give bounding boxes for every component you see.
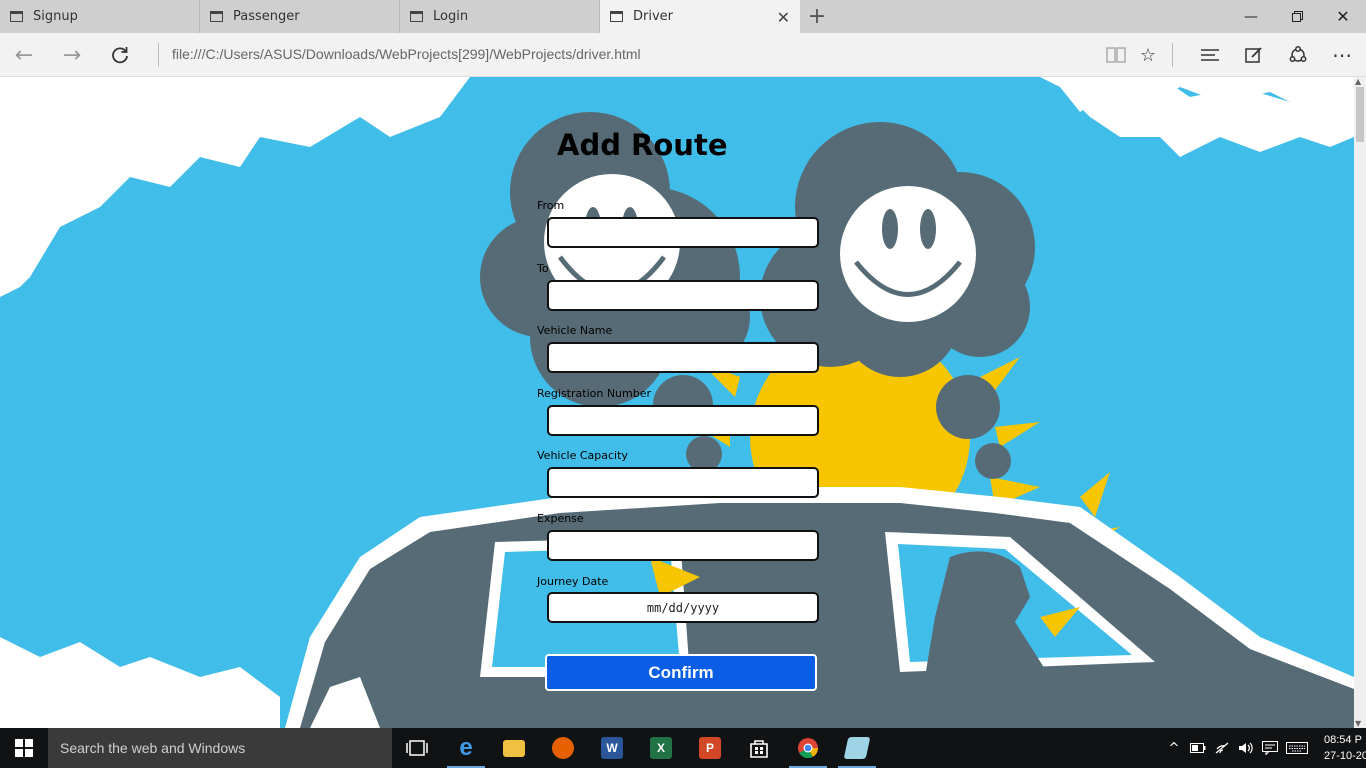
restore-button[interactable] xyxy=(1274,0,1320,33)
tab-login[interactable]: Login xyxy=(400,0,600,33)
page-icon xyxy=(210,11,223,22)
vehicle-name-label: Vehicle Name xyxy=(537,324,613,337)
address-bar: ← → file:///C:/Users/ASUS/Downloads/WebP… xyxy=(0,33,1366,77)
chevron-up-icon[interactable]: ^ xyxy=(1164,728,1184,768)
taskbar-search-box[interactable]: Search the web and Windows xyxy=(48,728,392,768)
expense-input[interactable] xyxy=(547,530,819,561)
scroll-thumb[interactable] xyxy=(1356,87,1364,142)
registration-number-input[interactable] xyxy=(547,405,819,436)
minimize-button[interactable]: — xyxy=(1228,0,1274,33)
keyboard-icon[interactable] xyxy=(1284,728,1310,768)
firefox-icon[interactable] xyxy=(540,728,586,768)
registration-number-label: Registration Number xyxy=(537,387,652,400)
windows-start-icon[interactable] xyxy=(0,728,48,768)
file-explorer-icon[interactable] xyxy=(491,728,537,768)
tab-title: Login xyxy=(433,9,469,24)
refresh-icon[interactable] xyxy=(100,33,140,77)
page-scrollbar[interactable]: ▲ ▼ xyxy=(1354,77,1366,728)
wifi-icon[interactable] xyxy=(1212,728,1234,768)
word-icon[interactable]: W xyxy=(589,728,635,768)
favorite-star-icon[interactable]: ☆ xyxy=(1128,33,1168,77)
confirm-button[interactable]: Confirm xyxy=(545,654,817,691)
forward-icon[interactable]: → xyxy=(52,33,92,77)
page-title: Add Route xyxy=(557,128,728,162)
tab-passenger[interactable]: Passenger xyxy=(200,0,400,33)
edge-icon[interactable]: e xyxy=(443,728,489,768)
scroll-down-icon[interactable]: ▼ xyxy=(1355,719,1361,728)
new-tab-button[interactable]: + xyxy=(800,0,834,33)
close-tab-icon[interactable]: ✕ xyxy=(777,8,790,27)
battery-icon[interactable] xyxy=(1188,728,1208,768)
close-window-button[interactable]: ✕ xyxy=(1320,0,1366,33)
vehicle-name-input[interactable] xyxy=(547,342,819,373)
excel-icon[interactable]: X xyxy=(638,728,684,768)
tab-driver[interactable]: Driver ✕ xyxy=(600,0,800,33)
back-icon[interactable]: ← xyxy=(4,33,44,77)
url-field[interactable]: file:///C:/Users/ASUS/Downloads/WebProje… xyxy=(172,46,641,62)
page-icon xyxy=(610,11,623,22)
tab-title: Driver xyxy=(633,9,674,24)
volume-icon[interactable] xyxy=(1236,728,1256,768)
vehicle-capacity-input[interactable] xyxy=(547,467,819,498)
to-label: To xyxy=(537,262,549,275)
hub-icon[interactable] xyxy=(1190,33,1230,77)
vehicle-capacity-label: Vehicle Capacity xyxy=(537,449,628,462)
clock-date: 27-10-20 xyxy=(1324,750,1366,762)
browser-tab-strip: Signup Passenger Login Driver ✕ + — ✕ xyxy=(0,0,1366,33)
tab-title: Passenger xyxy=(233,9,300,24)
journey-date-label: Journey Date xyxy=(537,575,609,588)
web-note-icon[interactable] xyxy=(1234,33,1274,77)
background-illustration xyxy=(0,77,1354,728)
notifications-icon[interactable] xyxy=(1260,728,1280,768)
from-input[interactable] xyxy=(547,217,819,248)
more-icon[interactable]: ⋯ xyxy=(1322,33,1362,77)
powerpoint-icon[interactable]: P xyxy=(687,728,733,768)
page-icon xyxy=(10,11,23,22)
from-label: From xyxy=(537,199,565,212)
divider xyxy=(1172,43,1173,67)
windows-taskbar: Search the web and Windows e W X P ^ 08:… xyxy=(0,728,1366,768)
expense-label: Expense xyxy=(537,512,584,525)
tab-signup[interactable]: Signup xyxy=(0,0,200,33)
taskbar-clock[interactable]: 08:54 P 27-10-20 xyxy=(1324,732,1366,764)
page-viewport: ▲ ▼ Add Route From To Vehicle Name Regis… xyxy=(0,77,1366,728)
share-icon[interactable] xyxy=(1278,33,1318,77)
store-icon[interactable] xyxy=(736,728,782,768)
scroll-up-icon[interactable]: ▲ xyxy=(1355,77,1361,86)
notepad-icon[interactable] xyxy=(834,728,880,768)
chrome-icon[interactable] xyxy=(785,728,831,768)
page-icon xyxy=(410,11,423,22)
tab-title: Signup xyxy=(33,9,78,24)
clock-time: 08:54 P xyxy=(1324,734,1362,746)
divider xyxy=(158,43,159,67)
task-view-icon[interactable] xyxy=(394,728,440,768)
journey-date-input[interactable]: mm/dd/yyyy xyxy=(547,592,819,623)
to-input[interactable] xyxy=(547,280,819,311)
